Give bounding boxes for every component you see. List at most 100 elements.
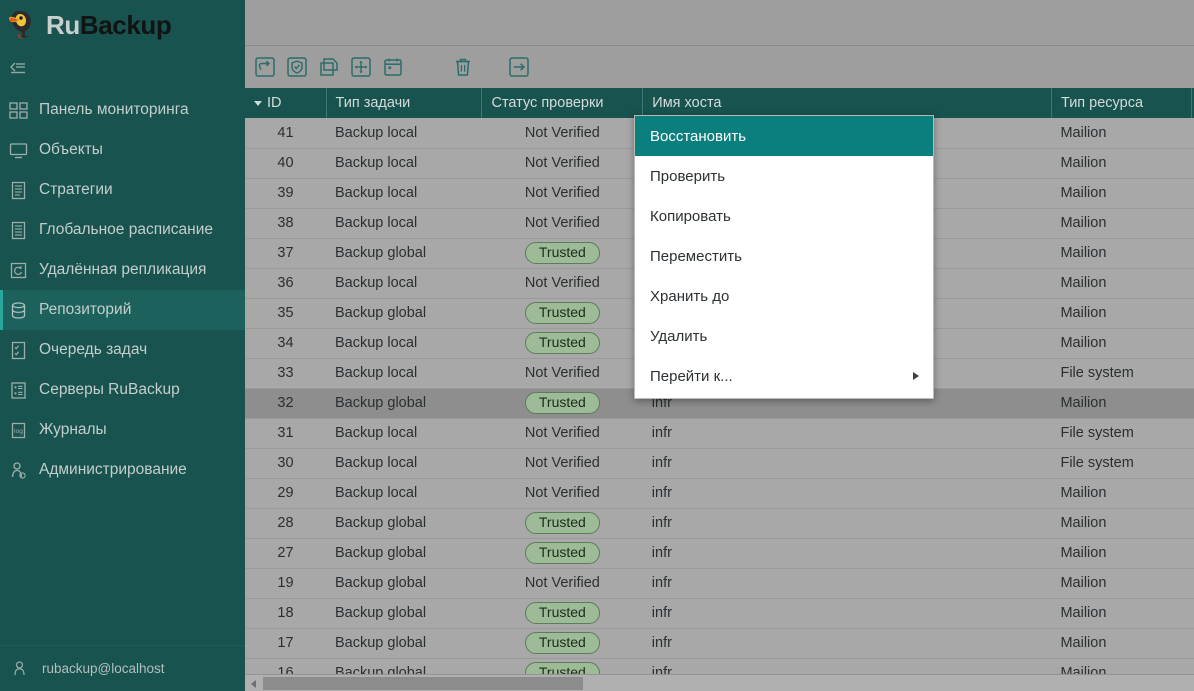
sidebar-item-objects[interactable]: Объекты bbox=[0, 130, 245, 170]
cell-id: 17 bbox=[245, 628, 326, 658]
top-bar bbox=[245, 0, 1194, 46]
chevron-left-icon bbox=[251, 680, 256, 688]
context-menu-item-label: Хранить до bbox=[650, 288, 729, 305]
cell-resource-type: Mailion bbox=[1051, 478, 1191, 508]
sidebar-item-administration[interactable]: Администрирование bbox=[0, 450, 245, 490]
status-badge: Trusted bbox=[525, 302, 600, 324]
column-header-verify-status[interactable]: Статус проверки bbox=[482, 88, 643, 118]
verify-shield-icon[interactable] bbox=[286, 56, 308, 78]
context-menu-item-label: Проверить bbox=[650, 168, 725, 185]
collapse-left-icon bbox=[8, 60, 28, 78]
cell-task-type: Backup local bbox=[326, 268, 482, 298]
restore-icon[interactable] bbox=[254, 56, 276, 78]
sidebar-user[interactable]: rubackup@localhost bbox=[0, 645, 245, 691]
sidebar-item-repository[interactable]: Репозиторий bbox=[0, 290, 245, 330]
table-row[interactable]: 30Backup localNot VerifiedinfrFile syste… bbox=[245, 448, 1194, 478]
cell-task-type: Backup local bbox=[326, 208, 482, 238]
cell-task-type: Backup global bbox=[326, 538, 482, 568]
cell-id: 19 bbox=[245, 568, 326, 598]
context-menu-item[interactable]: Хранить до bbox=[635, 276, 933, 316]
cell-resource-type: Mailion bbox=[1051, 298, 1191, 328]
context-menu-item[interactable]: Удалить bbox=[635, 316, 933, 356]
cell-host: infr bbox=[643, 508, 1052, 538]
servers-icon bbox=[9, 381, 28, 400]
status-badge: Trusted bbox=[525, 602, 600, 624]
table-row[interactable]: 19Backup globalNot VerifiedinfrMailiond2… bbox=[245, 568, 1194, 598]
cell-task-type: Backup local bbox=[326, 328, 482, 358]
cell-id: 32 bbox=[245, 388, 326, 418]
sidebar-user-label: rubackup@localhost bbox=[42, 661, 165, 676]
sidebar-item-logs[interactable]: log Журналы bbox=[0, 410, 245, 450]
table-row[interactable]: 27Backup globalTrustedinfrMailiond2ffafa… bbox=[245, 538, 1194, 568]
goto-arrow-icon[interactable] bbox=[508, 56, 530, 78]
cell-id: 40 bbox=[245, 148, 326, 178]
column-header-task-type[interactable]: Тип задачи bbox=[326, 88, 482, 118]
cell-verify-status: Not Verified bbox=[482, 478, 643, 508]
cell-verify-status: Trusted bbox=[482, 598, 643, 628]
context-menu-item[interactable]: Копировать bbox=[635, 196, 933, 236]
scroll-left-button[interactable] bbox=[245, 675, 262, 691]
move-icon[interactable] bbox=[350, 56, 372, 78]
column-header-host[interactable]: Имя хоста bbox=[643, 88, 1052, 118]
status-badge: Trusted bbox=[525, 512, 600, 534]
sidebar-item-remote-replication[interactable]: Удалённая репликация bbox=[0, 250, 245, 290]
dashboard-icon bbox=[9, 101, 28, 120]
cell-resource-type: Mailion bbox=[1051, 388, 1191, 418]
column-label: Тип задачи bbox=[336, 95, 411, 111]
delete-trash-icon[interactable] bbox=[452, 56, 474, 78]
cell-resource-type: Mailion bbox=[1051, 268, 1191, 298]
cell-id: 31 bbox=[245, 418, 326, 448]
copy-icon[interactable] bbox=[318, 56, 340, 78]
cell-resource-type: Mailion bbox=[1051, 538, 1191, 568]
calendar-icon[interactable] bbox=[382, 56, 404, 78]
cell-host: infr bbox=[643, 568, 1052, 598]
sidebar-item-label: Серверы RuBackup bbox=[39, 381, 180, 399]
context-menu-item[interactable]: Восстановить bbox=[635, 116, 933, 156]
cell-id: 41 bbox=[245, 118, 326, 148]
cell-verify-status: Not Verified bbox=[482, 268, 643, 298]
cell-verify-status: Not Verified bbox=[482, 178, 643, 208]
cell-host: infr bbox=[643, 598, 1052, 628]
cell-verify-status: Trusted bbox=[482, 238, 643, 268]
cell-task-type: Backup local bbox=[326, 178, 482, 208]
log-icon: log bbox=[9, 421, 28, 440]
sidebar-item-global-schedule[interactable]: Глобальное расписание bbox=[0, 210, 245, 250]
horizontal-scrollbar[interactable] bbox=[245, 674, 1194, 691]
column-header-id[interactable]: ID bbox=[245, 88, 326, 118]
horizontal-scroll-thumb[interactable] bbox=[263, 677, 583, 690]
cell-task-type: Backup global bbox=[326, 298, 482, 328]
cell-verify-status: Trusted bbox=[482, 328, 643, 358]
cell-resource-type: File system bbox=[1051, 358, 1191, 388]
cell-id: 27 bbox=[245, 538, 326, 568]
cell-task-type: Backup local bbox=[326, 358, 482, 388]
context-menu-item[interactable]: Перейти к... bbox=[635, 356, 933, 396]
sidebar-collapse-button[interactable] bbox=[0, 50, 245, 88]
column-header-resource-type[interactable]: Тип ресурса bbox=[1051, 88, 1191, 118]
table-row[interactable]: 28Backup globalTrustedinfrMailiond2ffafa… bbox=[245, 508, 1194, 538]
sidebar-item-rubackup-servers[interactable]: Серверы RuBackup bbox=[0, 370, 245, 410]
table-header: ID Тип задачи Статус проверки Имя хоста … bbox=[245, 88, 1194, 118]
cell-resource-type: File system bbox=[1051, 448, 1191, 478]
table-header-row: ID Тип задачи Статус проверки Имя хоста … bbox=[245, 88, 1194, 118]
cell-id: 18 bbox=[245, 598, 326, 628]
context-menu-item-label: Удалить bbox=[650, 328, 707, 345]
cell-resource-type: File system bbox=[1051, 418, 1191, 448]
cell-id: 37 bbox=[245, 238, 326, 268]
context-menu-item[interactable]: Переместить bbox=[635, 236, 933, 276]
context-menu-item[interactable]: Проверить bbox=[635, 156, 933, 196]
cell-resource-type: Mailion bbox=[1051, 508, 1191, 538]
brand: RuBackup bbox=[0, 0, 245, 50]
sidebar-item-label: Панель мониторинга bbox=[39, 101, 189, 119]
table-row[interactable]: 18Backup globalTrustedinfrMailiond2ffafa… bbox=[245, 598, 1194, 628]
sidebar-item-dashboard[interactable]: Панель мониторинга bbox=[0, 90, 245, 130]
table-row[interactable]: 31Backup localNot VerifiedinfrFile syste… bbox=[245, 418, 1194, 448]
cell-id: 35 bbox=[245, 298, 326, 328]
app-root: RuBackup bbox=[0, 0, 1194, 691]
cell-resource-type: Mailion bbox=[1051, 598, 1191, 628]
context-menu-item-label: Копировать bbox=[650, 208, 731, 225]
sidebar-item-strategies[interactable]: Стратегии bbox=[0, 170, 245, 210]
table-row[interactable]: 17Backup globalTrustedinfrMailiond2ffafa… bbox=[245, 628, 1194, 658]
svg-text:log: log bbox=[14, 428, 23, 435]
sidebar-item-task-queue[interactable]: Очередь задач bbox=[0, 330, 245, 370]
table-row[interactable]: 29Backup localNot VerifiedinfrMailiond2f… bbox=[245, 478, 1194, 508]
